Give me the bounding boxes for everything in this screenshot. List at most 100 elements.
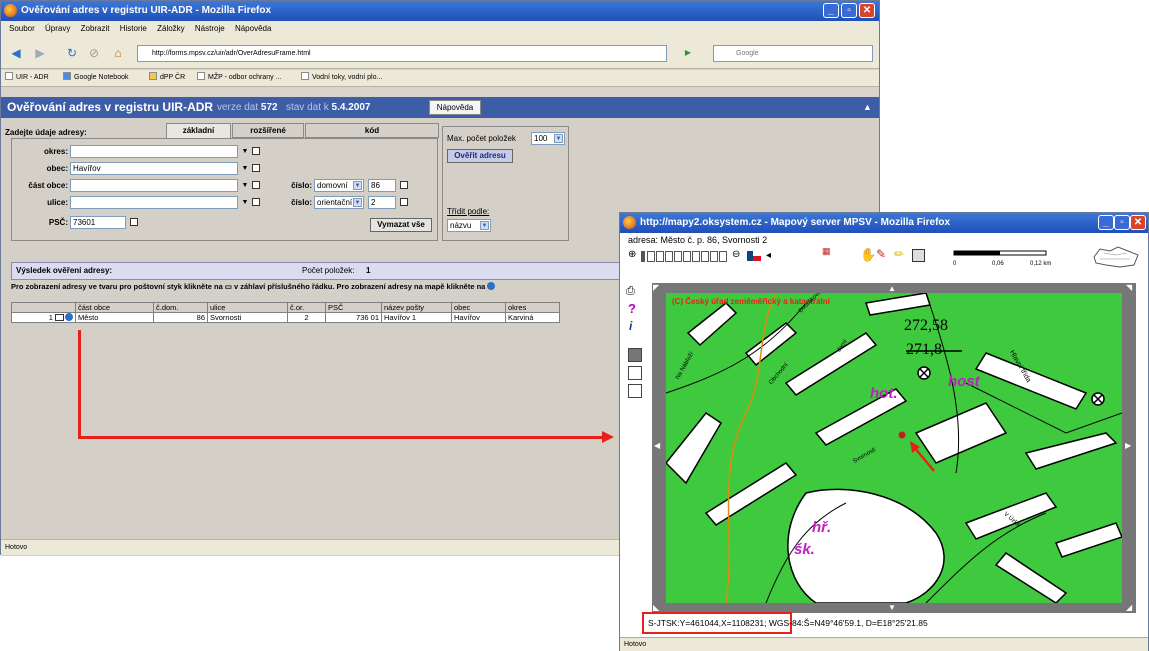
pan-south-icon[interactable]: ▼ <box>888 603 896 612</box>
cislo-or-type-select[interactable]: orientační ▼ <box>314 196 364 209</box>
minimize-button[interactable]: _ <box>1098 215 1114 230</box>
psc-input[interactable]: 73601 <box>70 216 126 229</box>
close-button[interactable]: ✕ <box>1130 215 1146 230</box>
pan-nw-icon[interactable]: ◤ <box>653 283 659 292</box>
ulice-input[interactable] <box>70 196 238 209</box>
map-globe-icon[interactable] <box>65 313 73 321</box>
chevron-down-icon[interactable]: ▼ <box>241 199 249 207</box>
okres-input[interactable] <box>70 145 238 158</box>
bookmark-uir[interactable]: UIR - ADR <box>5 70 49 86</box>
reload-icon[interactable]: ↻ <box>63 44 81 62</box>
tab-code[interactable]: kód <box>305 123 439 138</box>
flag-icon[interactable] <box>747 251 761 261</box>
tab-basic[interactable]: základní <box>166 123 231 138</box>
layers-icon[interactable]: ▦ <box>822 247 834 262</box>
go-icon[interactable]: ▶ <box>681 46 695 60</box>
row-number: 1 <box>48 313 53 322</box>
close-button[interactable]: ✕ <box>859 3 875 18</box>
options-panel: Max. počet položek 100 ▼ Ověřit adresu Tř… <box>442 126 569 241</box>
lookup-icon[interactable] <box>130 218 138 226</box>
pan-west-icon[interactable]: ◀ <box>654 441 660 450</box>
bookmark-dpp[interactable]: dPP ČR <box>149 70 185 86</box>
print-icon[interactable]: ⎙ <box>626 285 635 298</box>
zoom-slider-handle[interactable] <box>641 251 645 262</box>
zoom-scale-bar[interactable] <box>647 251 727 263</box>
ulice-label: ulice: <box>47 198 68 207</box>
table-header-cell: č.dom. <box>153 302 208 313</box>
bookmark-vodni-toky[interactable]: Vodní toky, vodní plo... <box>301 70 382 86</box>
overview-map-icon[interactable] <box>1090 243 1142 271</box>
version-value: 572 <box>260 102 278 113</box>
menu-history[interactable]: Historie <box>120 24 147 33</box>
lookup-icon[interactable] <box>252 164 260 172</box>
back-icon[interactable]: ◀ <box>7 44 25 62</box>
search-input[interactable]: Google <box>713 45 873 62</box>
pan-se-icon[interactable]: ◢ <box>1126 603 1132 612</box>
tab-extended[interactable]: rozšířené <box>232 123 304 138</box>
chevron-down-icon[interactable]: ▼ <box>241 165 249 173</box>
menu-view[interactable]: Zobrazit <box>81 24 110 33</box>
obec-input[interactable]: Havířov <box>70 162 238 175</box>
map-canvas[interactable]: (C) Český úřad zeměměřický a katastrální… <box>666 293 1122 603</box>
arrow-up-icon[interactable]: ▲ <box>863 102 873 112</box>
pan-east-icon[interactable]: ▶ <box>1125 441 1131 450</box>
chevron-down-icon[interactable]: ▼ <box>241 148 249 156</box>
home-icon[interactable]: ⌂ <box>109 44 127 62</box>
max-items-select[interactable]: 100 ▼ <box>531 132 565 145</box>
connector-arrow-head <box>602 431 614 443</box>
state-date: 5.4.2007 <box>331 102 371 113</box>
layer-toggle-1[interactable] <box>628 348 642 362</box>
lookup-icon[interactable] <box>400 198 408 206</box>
forward-icon[interactable]: ▶ <box>31 44 49 62</box>
postal-format-icon[interactable] <box>55 314 64 321</box>
verify-address-button[interactable]: Ověřit adresu <box>447 149 513 163</box>
sort-select[interactable]: názvu ▼ <box>447 219 491 232</box>
info-icon[interactable]: i <box>629 319 632 333</box>
maximize-button[interactable]: ▫ <box>841 3 857 18</box>
measure-icon[interactable]: ✏ <box>894 247 904 261</box>
chevron-down-icon[interactable]: ▼ <box>241 182 249 190</box>
pin-icon[interactable]: ✎ <box>876 247 886 261</box>
table-cell: 2 <box>287 312 326 323</box>
back-history-icon[interactable]: ◂ <box>766 250 771 261</box>
table-cell: Havířov 1 <box>381 312 452 323</box>
help-button[interactable]: Nápověda <box>429 100 481 115</box>
bookmark-label: Google Notebook <box>74 74 129 81</box>
pan-sw-icon[interactable]: ◣ <box>653 603 659 612</box>
cast-obce-input[interactable] <box>70 179 238 192</box>
bookmark-google-notebook[interactable]: Google Notebook <box>63 70 128 86</box>
lookup-icon[interactable] <box>252 147 260 155</box>
max-items-label: Max. počet položek <box>447 134 516 143</box>
count-label: Počet položek: <box>302 266 355 275</box>
zoom-in-icon[interactable]: ⊕ <box>628 249 636 260</box>
help-icon[interactable]: ? <box>628 301 636 316</box>
print-preview-icon[interactable] <box>912 249 925 262</box>
cislo-or-input[interactable]: 2 <box>368 196 396 209</box>
map-browser-window: http://mapy2.oksystem.cz - Mapový server… <box>619 212 1149 651</box>
bookmark-mzp[interactable]: MŽP - odbor ochrany ... <box>197 70 281 86</box>
menu-file[interactable]: Soubor <box>9 24 35 33</box>
map-label-host: host <box>948 373 980 390</box>
layer-toggle-2[interactable] <box>628 366 642 380</box>
layer-toggle-3[interactable] <box>628 384 642 398</box>
cislo-dom-type-select[interactable]: domovní ▼ <box>314 179 364 192</box>
url-input[interactable]: http://forms.mpsv.cz/uir/adr/OverAdresuF… <box>137 45 667 62</box>
maximize-button[interactable]: ▫ <box>1114 215 1130 230</box>
minimize-button[interactable]: _ <box>823 3 839 18</box>
clear-button[interactable]: Vymazat vše <box>370 218 432 232</box>
menu-edit[interactable]: Úpravy <box>45 24 70 33</box>
table-header-cell: obec <box>451 302 506 313</box>
address-form-panel: okres: ▼ obec: Havířov ▼ část obce: ▼ ul… <box>11 138 438 241</box>
pan-ne-icon[interactable]: ◥ <box>1126 283 1132 292</box>
lookup-icon[interactable] <box>400 181 408 189</box>
zoom-out-icon[interactable]: ⊖ <box>732 249 740 260</box>
menu-bookmarks[interactable]: Záložky <box>157 24 185 33</box>
pan-hand-icon[interactable]: ✋ <box>860 247 876 263</box>
cislo-dom-input[interactable]: 86 <box>368 179 396 192</box>
menu-tools[interactable]: Nástroje <box>195 24 225 33</box>
table-header-cell: ulice <box>207 302 288 313</box>
main-window-titlebar: Ověřování adres v registru UIR-ADR - Moz… <box>1 1 879 21</box>
stop-icon[interactable]: ⊘ <box>85 44 103 62</box>
pan-north-icon[interactable]: ▲ <box>888 284 896 293</box>
menu-help[interactable]: Nápověda <box>235 24 271 33</box>
